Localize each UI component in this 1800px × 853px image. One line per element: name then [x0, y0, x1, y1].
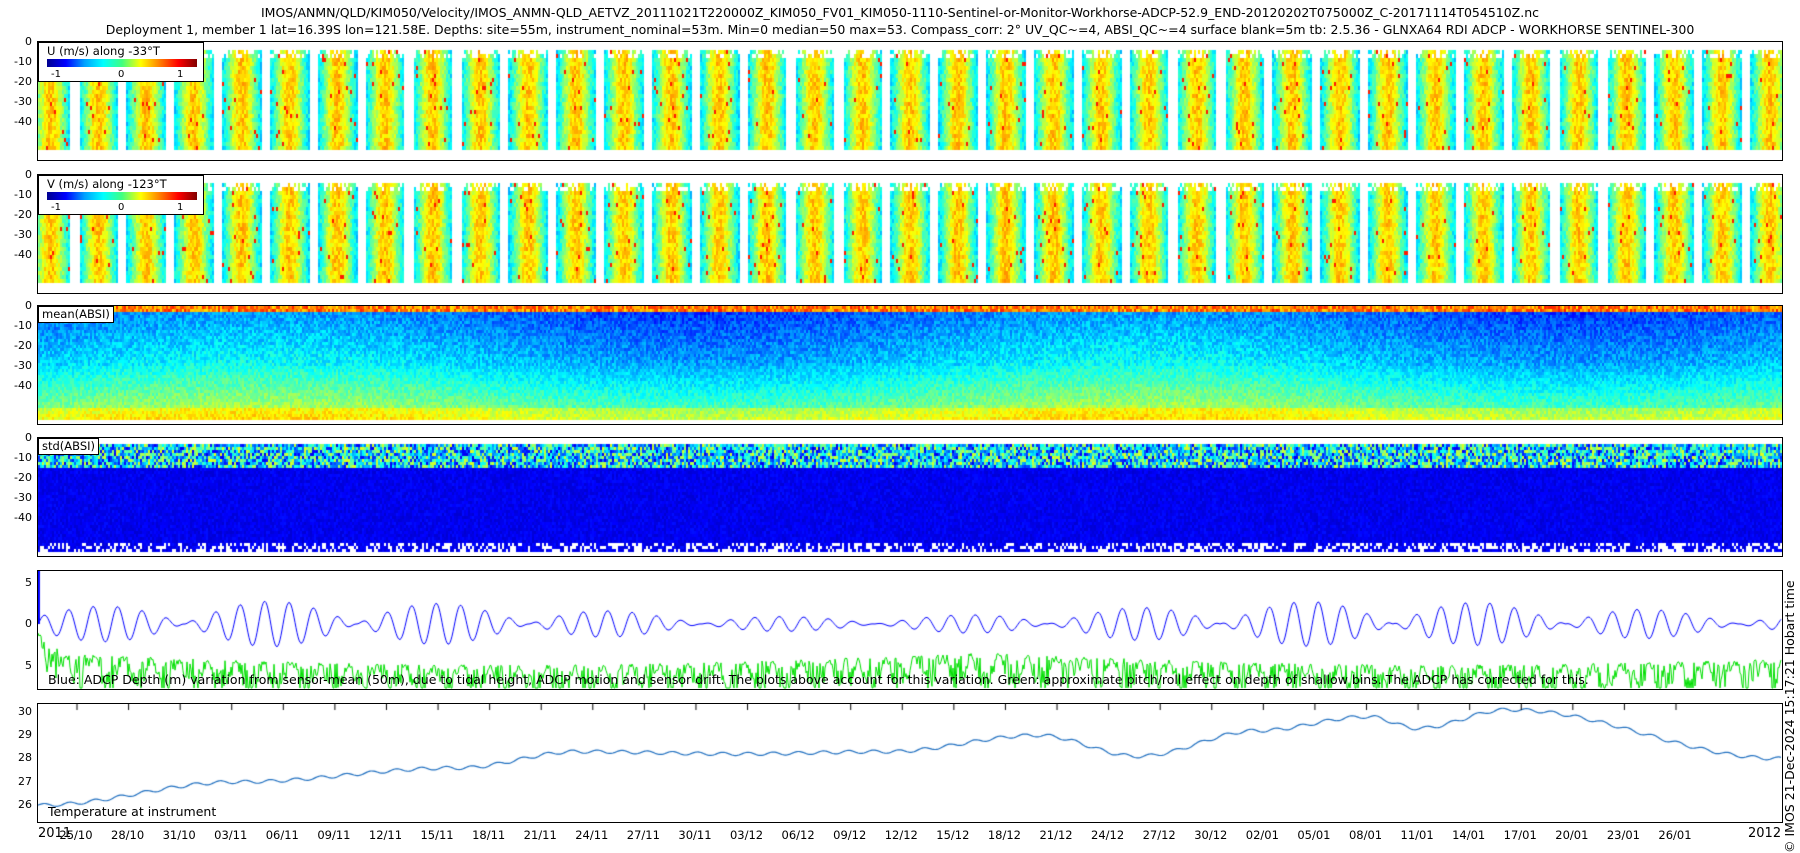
y-tick-label: -20 [14, 339, 32, 352]
x-tick-label: 28/10 [111, 828, 145, 842]
x-tick-label: 18/11 [472, 828, 506, 842]
v-panel-label: V (m/s) along -123°T [47, 177, 167, 191]
x-tick-label: 31/10 [162, 828, 196, 842]
y-tick-label: 0 [25, 431, 32, 444]
title-line-1: IMOS/ANMN/QLD/KIM050/Velocity/IMOS_ANMN-… [260, 5, 1540, 20]
v-velocity-panel: V (m/s) along -123°T -1 0 1 [37, 174, 1783, 294]
x-tick-label: 24/11 [575, 828, 609, 842]
std-absi-heatmap [38, 438, 1782, 556]
u-panel-label: U (m/s) along -33°T [47, 44, 160, 58]
x-tick-label: 14/01 [1452, 828, 1486, 842]
y-tick-label: 28 [18, 751, 32, 764]
x-tick-label: 30/12 [1194, 828, 1228, 842]
temperature-panel [37, 703, 1783, 823]
y-tick-label: -20 [14, 471, 32, 484]
x-tick-label: 23/01 [1606, 828, 1640, 842]
u-cb-tick: -1 [51, 69, 61, 80]
x-tick-label: 11/01 [1400, 828, 1434, 842]
x-tick-label: 21/12 [1039, 828, 1073, 842]
u-velocity-heatmap [38, 42, 1782, 160]
v-cb-tick: 0 [118, 202, 125, 213]
v-colorbar [47, 192, 197, 200]
y-tick-label: 27 [18, 775, 32, 788]
x-tick-label: 30/11 [678, 828, 712, 842]
y-tick-label: 5 [25, 576, 32, 589]
copyright-stamp: © IMOS 21-Dec-2024 15:17:21 Hobart time [1782, 580, 1797, 853]
y-tick-label: -10 [14, 188, 32, 201]
std-absi-panel: std(ABSI) [37, 437, 1783, 557]
y-tick-label: -30 [14, 228, 32, 241]
x-tick-label: 18/12 [987, 828, 1022, 842]
title-line-2: Deployment 1, member 1 lat=16.39S lon=12… [105, 22, 1695, 37]
x-tick-label: 06/11 [265, 828, 299, 842]
x-tick-label: 09/11 [317, 828, 351, 842]
x-tick-label: 20/01 [1555, 828, 1589, 842]
x-tick-label: 02/01 [1245, 828, 1279, 842]
x-tick-label: 24/12 [1091, 828, 1125, 842]
u-colorbar [47, 59, 197, 67]
temperature-note: Temperature at instrument [48, 804, 217, 819]
x-tick-label: 17/01 [1503, 828, 1537, 842]
y-tick-label: -10 [14, 451, 32, 464]
y-tick-label: 0 [25, 168, 32, 181]
y-tick-label: -30 [14, 95, 32, 108]
y-tick-label: -40 [14, 115, 32, 128]
u-cb-tick: 0 [118, 69, 125, 80]
y-tick-label: -10 [14, 55, 32, 68]
x-tick-label: 12/12 [884, 828, 918, 842]
x-tick-label: 27/12 [1142, 828, 1176, 842]
x-tick-label: 09/12 [833, 828, 867, 842]
u-velocity-panel: U (m/s) along -33°T -1 0 1 [37, 41, 1783, 161]
mean-absi-label: mean(ABSI) [38, 306, 114, 323]
y-tick-label: -40 [14, 248, 32, 261]
depth-note: Blue: ADCP Depth (m) variation from sens… [48, 672, 1589, 687]
v-cb-tick: 1 [177, 202, 184, 213]
y-tick-label: -30 [14, 491, 32, 504]
v-colorbar-legend: V (m/s) along -123°T -1 0 1 [38, 175, 204, 215]
y-tick-label: -20 [14, 75, 32, 88]
mean-absi-panel: mean(ABSI) [37, 305, 1783, 425]
temperature-line-plot [38, 704, 1782, 822]
y-tick-label: 0 [25, 35, 32, 48]
x-tick-label: 03/11 [214, 828, 248, 842]
x-tick-label: 15/11 [420, 828, 454, 842]
y-tick-label: 30 [18, 705, 32, 718]
v-cb-tick: -1 [51, 202, 61, 213]
x-tick-label: 05/01 [1297, 828, 1331, 842]
x-tick-label: 26/01 [1658, 828, 1692, 842]
y-tick-label: 26 [18, 798, 32, 811]
y-tick-label: -20 [14, 208, 32, 221]
u-colorbar-legend: U (m/s) along -33°T -1 0 1 [38, 42, 204, 82]
y-tick-label: 0 [25, 299, 32, 312]
x-tick-label: 06/12 [781, 828, 815, 842]
std-absi-label: std(ABSI) [38, 438, 100, 455]
y-tick-label: 29 [18, 728, 32, 741]
x-tick-label: 21/11 [523, 828, 557, 842]
v-velocity-heatmap [38, 175, 1782, 293]
u-cb-tick: 1 [177, 69, 184, 80]
year-end-label: 2012 [1748, 826, 1782, 841]
x-tick-label: 03/12 [729, 828, 764, 842]
y-tick-label: 5 [25, 659, 32, 672]
y-tick-label: -30 [14, 359, 32, 372]
y-tick-label: 0 [25, 617, 32, 630]
x-tick-label: 08/01 [1348, 828, 1383, 842]
mean-absi-heatmap [38, 306, 1782, 424]
y-tick-label: -40 [14, 379, 32, 392]
year-start-label: 2011 [38, 826, 72, 841]
y-tick-label: -40 [14, 511, 32, 524]
x-tick-label: 12/11 [368, 828, 403, 842]
y-tick-label: -10 [14, 319, 32, 332]
x-tick-label: 15/12 [936, 828, 970, 842]
x-tick-label: 27/11 [626, 828, 660, 842]
